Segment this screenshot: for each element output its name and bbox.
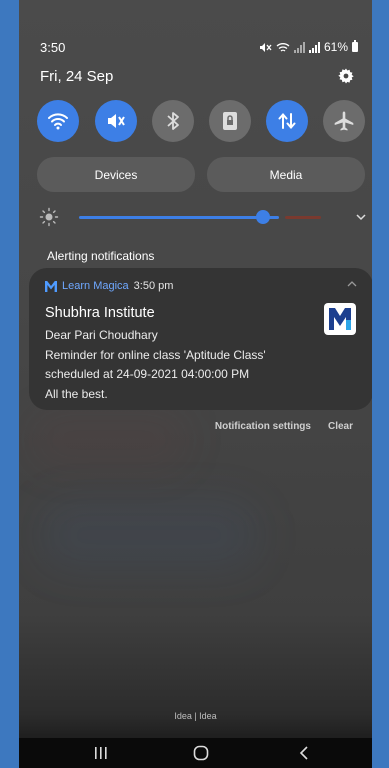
- app-logo-icon: [324, 303, 356, 335]
- notification-line: Reminder for online class 'Aptitude Clas…: [45, 347, 266, 362]
- section-title: Alerting notifications: [47, 249, 155, 263]
- brightness-thumb[interactable]: [256, 210, 270, 224]
- bluetooth-toggle[interactable]: [152, 100, 194, 142]
- notification-body: Dear Pari Choudhary Reminder for online …: [45, 326, 266, 404]
- brightness-track-remaining: [285, 216, 321, 219]
- status-bar: 3:50 61%: [40, 40, 358, 56]
- notification-header: Learn Magica 3:50 pm: [45, 280, 173, 292]
- brightness-track-filled: [79, 216, 279, 219]
- wifi-toggle[interactable]: [37, 100, 79, 142]
- status-time: 3:50: [40, 40, 66, 55]
- battery-icon: [352, 40, 358, 52]
- date-label: Fri, 24 Sep: [40, 68, 114, 85]
- settings-gear-icon[interactable]: [336, 66, 356, 86]
- brightness-icon: [39, 207, 59, 227]
- sound-mute-icon: [108, 114, 125, 128]
- media-label: Media: [269, 167, 303, 182]
- notification-line: Dear Pari Choudhary: [45, 328, 158, 342]
- back-button[interactable]: [294, 740, 314, 766]
- background-blur: [39, 500, 259, 570]
- notification-line: scheduled at 24-09-2021 04:00:00 PM: [45, 367, 250, 381]
- chevron-up-icon[interactable]: [347, 280, 357, 288]
- screen-lock-toggle[interactable]: [209, 100, 251, 142]
- clear-button[interactable]: Clear: [328, 421, 353, 432]
- devices-label: Devices: [94, 167, 138, 182]
- media-button[interactable]: Media: [207, 157, 365, 192]
- airplane-mode-toggle[interactable]: [323, 100, 365, 142]
- app-small-icon: [45, 280, 57, 292]
- notification-line: All the best.: [45, 386, 108, 401]
- background-blur: [29, 410, 189, 470]
- notification-app-name: Learn Magica: [62, 280, 129, 292]
- devices-button[interactable]: Devices: [37, 157, 195, 192]
- recent-apps-icon: [95, 747, 107, 759]
- back-icon: [299, 746, 308, 760]
- battery-percent: 61%: [323, 40, 348, 54]
- status-icons: 61%: [259, 40, 358, 54]
- notification-title: Shubhra Institute: [45, 305, 155, 321]
- screen-lock-icon: [223, 112, 237, 130]
- notification-actions: Notification settings Clear: [215, 421, 353, 432]
- quick-settings-row: [37, 100, 371, 142]
- home-icon: [193, 745, 209, 761]
- wifi-status-icon: [276, 42, 290, 52]
- navigation-bar: [19, 738, 372, 768]
- notification-settings-button[interactable]: Notification settings: [215, 421, 311, 432]
- notification-card[interactable]: Learn Magica 3:50 pm Shubhra Institute D…: [29, 268, 372, 410]
- brightness-slider[interactable]: [37, 205, 371, 229]
- notification-time: 3:50 pm: [133, 280, 174, 292]
- carrier-label: Idea | Idea: [174, 711, 217, 721]
- wifi-icon: [48, 113, 68, 130]
- signal-icon: [308, 41, 320, 53]
- mobile-data-icon: [278, 112, 296, 130]
- recent-apps-button[interactable]: [91, 740, 111, 766]
- mobile-data-toggle[interactable]: [266, 100, 308, 142]
- mute-status-icon: [259, 42, 272, 52]
- airplane-icon: [334, 111, 354, 131]
- notification-shade: 3:50 61% Fri, 24 Sep Devices Media Alert…: [19, 0, 372, 768]
- signal-icon: [293, 41, 305, 53]
- bluetooth-icon: [167, 112, 179, 130]
- sound-toggle[interactable]: [95, 100, 137, 142]
- home-button[interactable]: [191, 740, 211, 766]
- chevron-down-icon[interactable]: [355, 211, 367, 223]
